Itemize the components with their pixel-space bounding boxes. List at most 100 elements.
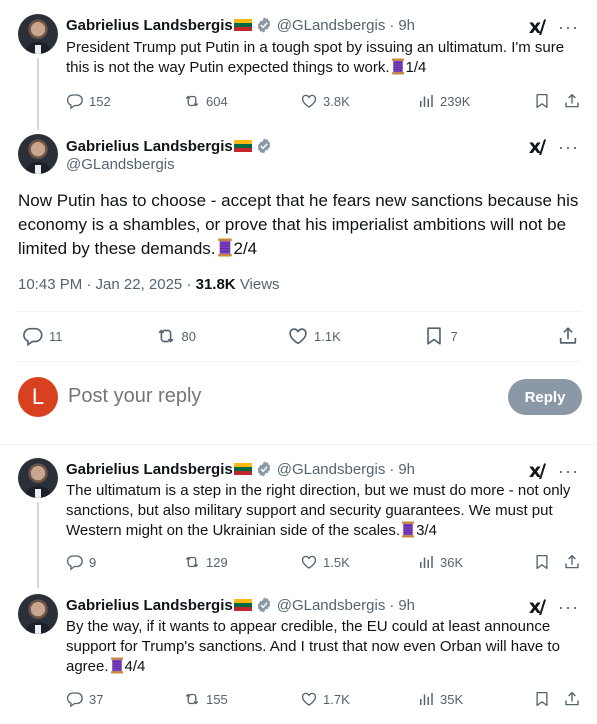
tweet-time[interactable]: 9h	[398, 597, 415, 614]
grok-icon[interactable]: x/	[529, 16, 546, 38]
like-button[interactable]: 1.5K	[300, 553, 417, 571]
more-icon[interactable]: ···	[558, 137, 579, 158]
tweet-header: Gabrielius Landsbergis @GLandsbergis · 9…	[66, 460, 415, 478]
tweet-top-icons: x/ ···	[529, 460, 579, 482]
author-name[interactable]: Gabrielius Landsbergis	[66, 138, 233, 155]
thread-line	[37, 58, 39, 130]
like-count: 1.5K	[323, 554, 350, 570]
views-button[interactable]: 239K	[417, 92, 533, 110]
share-button[interactable]	[563, 690, 581, 708]
reply-button[interactable]: 11	[22, 325, 155, 347]
views-label: Views	[239, 276, 280, 293]
reply-count: 152	[89, 93, 111, 109]
bookmark-icon	[423, 325, 445, 347]
thread-counter: 1/4	[405, 59, 427, 76]
separator: ·	[389, 460, 395, 478]
tweet-text-body: Now Putin has to choose - accept that he…	[18, 191, 579, 258]
author-name[interactable]: Gabrielius Landsbergis	[66, 461, 233, 478]
separator: ·	[389, 16, 395, 34]
tweet-time[interactable]: 9h	[398, 461, 415, 478]
verified-badge-icon[interactable]	[255, 596, 273, 614]
like-count: 3.8K	[323, 93, 350, 109]
tweet-time[interactable]: 9h	[398, 17, 415, 34]
repost-icon	[183, 553, 201, 571]
share-button[interactable]	[557, 325, 579, 347]
views-icon	[417, 553, 435, 571]
lithuania-flag-icon	[233, 599, 252, 611]
like-button[interactable]: 1.1K	[287, 325, 423, 347]
repost-button[interactable]: 604	[183, 92, 300, 110]
more-icon[interactable]: ···	[558, 17, 579, 38]
views-count: 35K	[440, 691, 464, 707]
divider	[0, 444, 597, 445]
reply-icon	[66, 553, 84, 571]
avatar[interactable]	[18, 14, 58, 54]
repost-button[interactable]: 129	[183, 553, 300, 571]
views-icon	[417, 690, 435, 708]
tweet-meta: 10:43 PM · Jan 22, 2025 · 31.8K Views	[18, 276, 280, 293]
reply-submit-button[interactable]: Reply	[508, 379, 582, 415]
tweet-top-icons: x/ ···	[529, 596, 579, 618]
bookmark-button[interactable]	[533, 690, 563, 708]
tweet-text: The ultimatum is a step in the right dir…	[66, 481, 586, 541]
thread-counter: 3/4	[416, 522, 437, 539]
author-handle[interactable]: @GLandsbergis	[277, 461, 386, 478]
bookmark-button[interactable]: 7	[423, 325, 557, 347]
bookmark-count: 7	[450, 328, 458, 344]
author-name[interactable]: Gabrielius Landsbergis	[66, 17, 233, 34]
author-name[interactable]: Gabrielius Landsbergis	[66, 597, 233, 614]
repost-button[interactable]: 80	[155, 325, 288, 347]
reply-icon	[66, 690, 84, 708]
grok-icon[interactable]: x/	[529, 136, 546, 158]
views-button[interactable]: 36K	[417, 553, 533, 571]
reply-count: 11	[49, 328, 63, 344]
like-button[interactable]: 1.7K	[300, 690, 417, 708]
verified-badge-icon[interactable]	[255, 460, 273, 478]
repost-count: 129	[206, 554, 228, 570]
bookmark-icon	[533, 92, 551, 110]
more-icon[interactable]: ···	[558, 597, 579, 618]
share-icon	[563, 690, 581, 708]
grok-icon[interactable]: x/	[529, 596, 546, 618]
tweet-actions: 152 604 3.8K 239K	[66, 91, 585, 111]
thread-counter: 2/4	[233, 239, 258, 258]
reply-button[interactable]: 37	[66, 690, 183, 708]
share-button[interactable]	[563, 92, 581, 110]
reply-button[interactable]: 152	[66, 92, 183, 110]
share-button[interactable]	[563, 553, 581, 571]
author-handle[interactable]: @GLandsbergis	[66, 156, 175, 173]
reply-button[interactable]: 9	[66, 553, 183, 571]
verified-badge-icon[interactable]	[255, 137, 273, 155]
tweet-text-body: The ultimatum is a step in the right dir…	[66, 482, 571, 539]
share-icon	[563, 92, 581, 110]
more-icon[interactable]: ···	[558, 461, 579, 482]
separator: ·	[389, 596, 395, 614]
share-icon	[563, 553, 581, 571]
tweet-top-icons: x/ ···	[529, 136, 579, 158]
verified-badge-icon[interactable]	[255, 16, 273, 34]
grok-icon[interactable]: x/	[529, 460, 546, 482]
author-handle[interactable]: @GLandsbergis	[277, 17, 386, 34]
bookmark-icon	[533, 553, 551, 571]
repost-button[interactable]: 155	[183, 690, 300, 708]
tweet-timestamp[interactable]: 10:43 PM · Jan 22, 2025 ·	[18, 276, 191, 293]
views-count: 36K	[440, 554, 464, 570]
author-handle[interactable]: @GLandsbergis	[277, 597, 386, 614]
avatar[interactable]: L	[18, 377, 58, 417]
reply-count: 37	[89, 691, 104, 707]
bookmark-button[interactable]	[533, 553, 563, 571]
bookmark-button[interactable]	[533, 92, 563, 110]
like-icon	[300, 92, 318, 110]
like-icon	[300, 690, 318, 708]
avatar[interactable]	[18, 594, 58, 634]
views-button[interactable]: 35K	[417, 690, 533, 708]
reply-input[interactable]	[68, 385, 468, 408]
repost-count: 80	[181, 328, 196, 344]
tweet-actions: 11 80 1.1K 7	[22, 325, 579, 347]
like-button[interactable]: 3.8K	[300, 92, 417, 110]
avatar[interactable]	[18, 134, 58, 174]
reply-icon	[22, 325, 44, 347]
avatar[interactable]	[18, 458, 58, 498]
divider	[16, 361, 581, 362]
like-icon	[300, 553, 318, 571]
